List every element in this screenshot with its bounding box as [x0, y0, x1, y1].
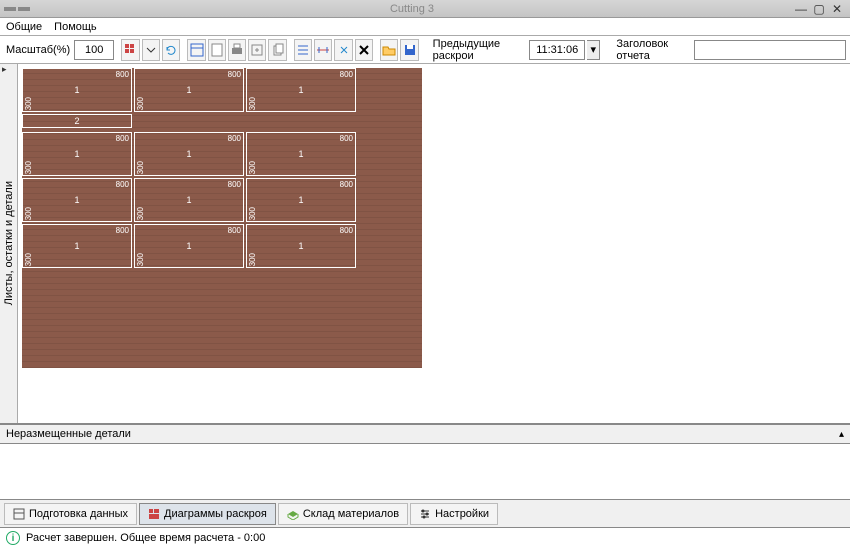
side-panel-tab[interactable]: ▸ Листы, остатки и детали	[0, 64, 18, 423]
unplaced-panel-header[interactable]: Неразмещенные детали ▴	[0, 424, 850, 444]
unplaced-title: Неразмещенные детали	[6, 428, 131, 440]
menu-help[interactable]: Помощь	[54, 21, 97, 33]
menubar: Общие Помощь	[0, 18, 850, 36]
cut-piece[interactable]: 1800300	[134, 178, 244, 222]
export-icon[interactable]	[248, 39, 266, 61]
maximize-button[interactable]: ▢	[812, 2, 826, 16]
measure-icon[interactable]	[314, 39, 332, 61]
cut-piece[interactable]: 1800300	[134, 68, 244, 112]
previous-cuts-label: Предыдущие раскрои	[429, 38, 528, 62]
layout-icon[interactable]	[187, 39, 205, 61]
cut-piece[interactable]: 1800300	[246, 178, 356, 222]
unplaced-panel-body	[0, 444, 850, 500]
menu-general[interactable]: Общие	[6, 21, 42, 33]
status-bar: i Расчет завершен. Общее время расчета -…	[0, 528, 850, 548]
cut-piece[interactable]: 1800300	[22, 178, 132, 222]
report-title-input[interactable]	[694, 40, 846, 60]
save-icon[interactable]	[400, 39, 418, 61]
tab-materials-stock[interactable]: Склад материалов	[278, 503, 408, 525]
align-icon[interactable]	[294, 39, 312, 61]
tab-settings[interactable]: Настройки	[410, 503, 498, 525]
time-dropdown[interactable]: ▾	[587, 40, 600, 60]
scale-input[interactable]	[74, 40, 114, 60]
cut-piece[interactable]: 1800300	[22, 224, 132, 268]
grid-icon[interactable]	[121, 39, 139, 61]
cut-piece[interactable]: 1800300	[134, 132, 244, 176]
sys-icons	[0, 7, 30, 11]
close-button[interactable]: ✕	[830, 2, 844, 16]
copy-icon[interactable]	[268, 39, 286, 61]
material-sheet[interactable]: 1800300180030018003002180030018003001800…	[22, 68, 422, 368]
cutting-canvas[interactable]: 1800300180030018003002180030018003001800…	[18, 64, 850, 423]
toolbar: Масштаб(%) Предыдущие раскрои 11:31:06 ▾…	[0, 36, 850, 64]
cut-piece[interactable]: 1800300	[246, 68, 356, 112]
cut-piece[interactable]: 1800300	[246, 224, 356, 268]
cut-piece[interactable]: 1800300	[134, 224, 244, 268]
report-title-label: Заголовок отчета	[602, 38, 692, 62]
cut-piece[interactable]: 1800300	[22, 68, 132, 112]
side-panel-label: Листы, остатки и детали	[3, 175, 15, 311]
minimize-button[interactable]: —	[794, 2, 808, 16]
print-icon[interactable]	[228, 39, 246, 61]
cut-piece[interactable]: 1800300	[22, 132, 132, 176]
rotate-icon[interactable]	[334, 39, 352, 61]
info-icon: i	[6, 531, 20, 545]
tab-data-prep[interactable]: Подготовка данных	[4, 503, 137, 525]
cut-piece[interactable]: 1800300	[246, 132, 356, 176]
status-text: Расчет завершен. Общее время расчета - 0…	[26, 532, 265, 544]
delete-icon[interactable]	[355, 39, 373, 61]
refresh-icon[interactable]	[162, 39, 180, 61]
open-icon[interactable]	[380, 39, 398, 61]
expand-arrow-icon[interactable]: ▸	[2, 64, 7, 75]
dropdown-icon[interactable]	[142, 39, 160, 61]
titlebar: Cutting 3 — ▢ ✕	[0, 0, 850, 18]
main-area: ▸ Листы, остатки и детали 18003001800300…	[0, 64, 850, 424]
bottom-tabs: Подготовка данных Диаграммы раскроя Скла…	[0, 500, 850, 528]
doc-icon[interactable]	[208, 39, 226, 61]
window-title: Cutting 3	[30, 3, 794, 15]
cut-piece[interactable]: 2	[22, 114, 132, 128]
scale-label: Масштаб(%)	[4, 44, 72, 56]
tab-cutting-diagrams[interactable]: Диаграммы раскроя	[139, 503, 276, 525]
time-display: 11:31:06	[529, 40, 585, 60]
collapse-arrow-icon[interactable]: ▴	[839, 429, 844, 440]
